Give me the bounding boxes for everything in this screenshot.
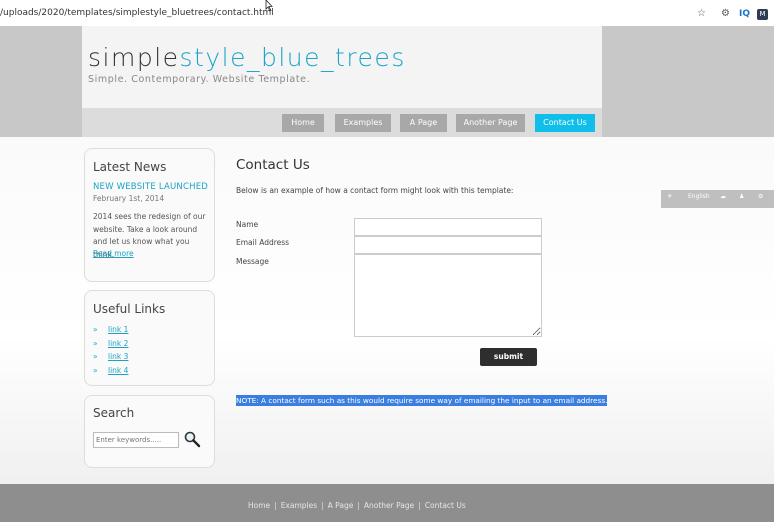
footer-link-contact-us[interactable]: Contact Us: [425, 501, 466, 510]
footer-link-examples[interactable]: Examples: [281, 501, 317, 510]
language-label[interactable]: English: [688, 193, 710, 200]
settings-icon[interactable]: ⚙: [758, 193, 763, 200]
translate-icon[interactable]: ☀: [667, 193, 672, 200]
menu-item-examples[interactable]: Examples: [335, 114, 391, 132]
menu-item-home[interactable]: Home: [282, 114, 324, 132]
footer: Home | Examples | A Page | Another Page | Contac…: [0, 484, 774, 522]
bullet-icon: »: [93, 352, 98, 361]
bullet-icon: »: [93, 325, 98, 334]
link-3[interactable]: link 3: [108, 352, 128, 361]
menu-item-a-page[interactable]: A Page: [400, 114, 447, 132]
footer-link-a-page[interactable]: A Page: [328, 501, 354, 510]
search-input[interactable]: [93, 432, 179, 448]
read-more-link[interactable]: Read more: [93, 249, 134, 258]
latest-news-title: Latest News: [93, 160, 167, 174]
site-slogan: Simple. Contemporary. Website Template.: [88, 74, 311, 85]
link-item: » link 3: [93, 352, 128, 361]
address-url[interactable]: /uploads/2020/templates/simplestyle_blue…: [0, 8, 274, 18]
settings-icon[interactable]: ⚙: [721, 8, 730, 19]
news-date: February 1st, 2014: [93, 194, 165, 203]
link-2[interactable]: link 2: [108, 339, 128, 348]
bookmark-star-icon[interactable]: ☆: [697, 8, 706, 19]
iq-extension-icon[interactable]: IQ: [739, 9, 750, 19]
footer-link-home[interactable]: Home: [248, 501, 270, 510]
logo-area: simplestyle_blue_trees Simple. Contempor…: [82, 26, 602, 108]
person-icon[interactable]: ♟: [739, 193, 744, 200]
search-icon[interactable]: [183, 430, 201, 448]
note-text: NOTE: A contact form such as this would …: [236, 395, 608, 406]
separator: |: [321, 501, 324, 510]
mouse-cursor-icon: [265, 0, 273, 11]
m-extension-icon[interactable]: M: [757, 9, 768, 20]
bullet-icon: »: [93, 366, 98, 375]
logo-part-1: simple: [88, 43, 180, 72]
browser-address-bar: /uploads/2020/templates/simplestyle_blue…: [0, 0, 774, 27]
footer-link-another-page[interactable]: Another Page: [364, 501, 414, 510]
news-headline: NEW WEBSITE LAUNCHED: [93, 182, 209, 192]
separator: |: [274, 501, 277, 510]
cloud-icon[interactable]: ☁: [720, 193, 726, 200]
link-item: » link 4: [93, 366, 128, 375]
email-label: Email Address: [236, 238, 290, 247]
link-1[interactable]: link 1: [108, 325, 128, 334]
message-label: Message: [236, 257, 269, 266]
name-field[interactable]: [354, 218, 542, 236]
site-logo[interactable]: simplestyle_blue_trees: [88, 43, 406, 72]
logo-part-2: style_blue_trees: [179, 43, 406, 72]
useful-links-box: Useful Links » link 1 » link 2 » link 3 » li…: [84, 290, 215, 386]
search-title: Search: [93, 406, 135, 420]
link-item: » link 2: [93, 339, 128, 348]
email-field[interactable]: [354, 236, 542, 254]
link-4[interactable]: link 4: [108, 366, 128, 375]
main-menu: Home Examples A Page Another Page Contac…: [82, 108, 602, 137]
submit-button[interactable]: submit: [480, 348, 537, 366]
page-title: Contact Us: [236, 157, 310, 173]
latest-news-box: Latest News NEW WEBSITE LAUNCHED Februar…: [84, 148, 215, 282]
menu-item-another-page[interactable]: Another Page: [456, 114, 525, 132]
separator: |: [357, 501, 360, 510]
intro-text: Below is an example of how a contact for…: [236, 186, 514, 195]
message-textarea[interactable]: [354, 254, 542, 337]
useful-links-title: Useful Links: [93, 302, 166, 316]
menu-item-contact-us[interactable]: Contact Us: [535, 114, 595, 132]
name-label: Name: [236, 220, 259, 229]
search-box: Search: [84, 395, 215, 468]
bullet-icon: »: [93, 339, 98, 348]
translate-widget: ☀ English ☁ ♟ ⚙: [661, 190, 774, 208]
footer-links: Home | Examples | A Page | Another Page | Contac…: [248, 501, 466, 510]
link-item: » link 1: [93, 325, 128, 334]
separator: |: [418, 501, 421, 510]
